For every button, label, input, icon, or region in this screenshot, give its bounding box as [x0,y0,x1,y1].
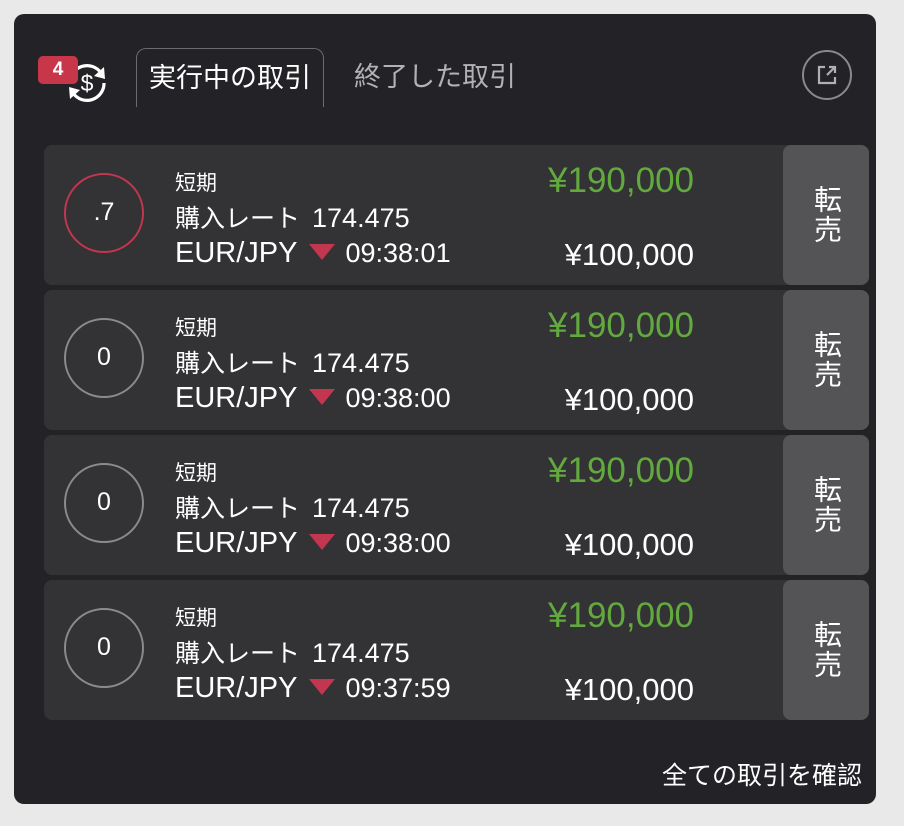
trade-term: 短期 [175,606,217,630]
tab-active-trades[interactable]: 実行中の取引 [136,48,324,107]
timer-ring: 0 [64,608,144,688]
payout-amount: ¥190,000 [548,451,694,490]
trade-time: 09:38:00 [345,383,451,413]
external-link-button[interactable] [802,50,852,100]
pair-line: EUR/JPY 09:37:59 [175,672,451,705]
external-link-icon [817,65,837,85]
payout-amount: ¥190,000 [548,161,694,200]
trade-row: 0 短期 購入レート 174.475 EUR/JPY 09:37:59 ¥190,0… [44,580,869,720]
down-arrow-icon [309,244,336,260]
stake-amount: ¥100,000 [564,237,694,272]
currency-pair: EUR/JPY [175,527,298,559]
pair-line: EUR/JPY 09:38:00 [175,382,451,415]
active-trades-panel: 4 $ 実行中の取引 終了した取引 .7 短期 購入レート 174.475 EUR… [14,14,876,804]
tab-closed-trades[interactable]: 終了した取引 [354,48,516,106]
trade-list: .7 短期 購入レート 174.475 EUR/JPY 09:38:01 ¥190,… [44,145,869,725]
currency-pair: EUR/JPY [175,237,298,269]
timer-ring: 0 [64,463,144,543]
trade-row: .7 短期 購入レート 174.475 EUR/JPY 09:38:01 ¥190,… [44,145,869,285]
trade-term: 短期 [175,316,217,340]
rate-label: 購入レート [175,349,301,378]
currency-pair: EUR/JPY [175,672,298,704]
resell-button[interactable]: 転売 [783,580,869,720]
rate-line: 購入レート 174.475 [175,489,410,525]
rate-value: 174.475 [312,348,410,378]
trade-term: 短期 [175,171,217,195]
trade-time: 09:38:01 [345,238,451,268]
rate-label: 購入レート [175,639,301,668]
rate-value: 174.475 [312,493,410,523]
resell-button[interactable]: 転売 [783,145,869,285]
trade-row: 0 短期 購入レート 174.475 EUR/JPY 09:38:00 ¥190,0… [44,435,869,575]
payout-amount: ¥190,000 [548,596,694,635]
timer-ring: 0 [64,318,144,398]
trade-row: 0 短期 購入レート 174.475 EUR/JPY 09:38:00 ¥190,0… [44,290,869,430]
rate-line: 購入レート 174.475 [175,634,410,670]
currency-pair: EUR/JPY [175,382,298,414]
view-all-trades-link[interactable]: 全ての取引を確認 [662,756,862,792]
resell-button[interactable]: 転売 [783,290,869,430]
stake-amount: ¥100,000 [564,527,694,562]
rate-value: 174.475 [312,638,410,668]
pair-line: EUR/JPY 09:38:00 [175,527,451,560]
resell-button[interactable]: 転売 [783,435,869,575]
payout-amount: ¥190,000 [548,306,694,345]
rate-value: 174.475 [312,203,410,233]
stake-amount: ¥100,000 [564,382,694,417]
rate-label: 購入レート [175,204,301,233]
pair-line: EUR/JPY 09:38:01 [175,237,451,270]
trade-time: 09:38:00 [345,528,451,558]
trade-term: 短期 [175,461,217,485]
panel-header: 4 $ 実行中の取引 終了した取引 [14,14,876,134]
down-arrow-icon [309,389,336,405]
trade-time: 09:37:59 [345,673,451,703]
stake-amount: ¥100,000 [564,672,694,707]
down-arrow-icon [309,534,336,550]
rate-line: 購入レート 174.475 [175,199,410,235]
rate-label: 購入レート [175,494,301,523]
down-arrow-icon [309,679,336,695]
rate-line: 購入レート 174.475 [175,344,410,380]
active-count-badge: 4 [38,56,78,84]
timer-ring: .7 [64,173,144,253]
svg-text:$: $ [81,70,94,96]
